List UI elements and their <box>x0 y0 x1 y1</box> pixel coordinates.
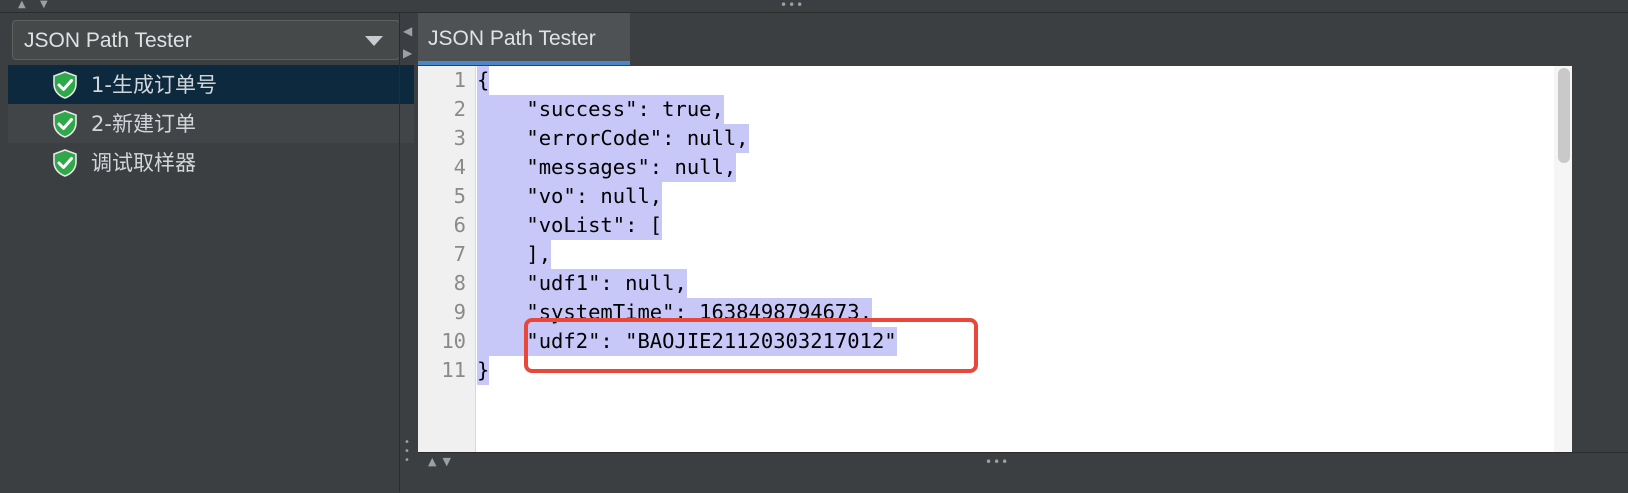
tree-item-1[interactable]: 1-生成订单号 <box>8 65 414 104</box>
bottom-split-bar: ▲▼ ••• <box>418 452 1628 493</box>
code-line[interactable]: { <box>477 66 490 95</box>
top-toolbar-strip: ▲ ▼ ••• <box>0 0 1628 13</box>
listener-select-dropdown[interactable]: JSON Path Tester <box>12 20 400 60</box>
line-number: 1 <box>453 68 466 92</box>
sampler-result-tree: 1-生成订单号 2-新建订单 调试取样器 <box>8 65 414 182</box>
code-line[interactable]: "errorCode": null, <box>477 124 749 153</box>
shield-check-icon <box>53 110 77 138</box>
editor-scrollbar-thumb[interactable] <box>1558 68 1570 163</box>
tree-item-label: 1-生成订单号 <box>91 73 217 97</box>
line-number: 10 <box>441 329 466 353</box>
line-number: 3 <box>453 126 466 150</box>
annotation-highlight-box <box>524 318 978 373</box>
tab-label: JSON Path Tester <box>428 27 596 50</box>
collapse-panel-arrows[interactable]: ◀ ▶ <box>403 20 412 64</box>
code-line[interactable]: "vo": null, <box>477 182 663 211</box>
code-line[interactable]: "voList": [ <box>477 211 663 240</box>
code-line[interactable]: "messages": null, <box>477 153 737 182</box>
line-number: 8 <box>453 271 466 295</box>
line-number: 9 <box>453 300 466 324</box>
line-number: 2 <box>453 97 466 121</box>
response-editor[interactable]: 1 { 2 "success": true, 3 "errorCode": nu… <box>418 66 1628 452</box>
vertical-split-handle-icon[interactable]: • • • <box>404 438 410 466</box>
tab-json-path-tester[interactable]: JSON Path Tester <box>418 13 630 65</box>
collapse-up-icon[interactable]: ▲ <box>18 0 26 10</box>
collapse-down-icon[interactable]: ▼ <box>40 0 48 10</box>
right-edge-panel <box>1572 66 1628 452</box>
split-handle-icon[interactable]: ••• <box>985 455 1009 469</box>
collapse-arrows-icon[interactable]: ▲▼ <box>428 455 457 468</box>
line-number: 11 <box>441 358 466 382</box>
line-number: 6 <box>453 213 466 237</box>
code-line[interactable]: ], <box>477 240 552 269</box>
line-number: 4 <box>453 155 466 179</box>
tree-item-label: 调试取样器 <box>91 151 196 175</box>
left-panel: JSON Path Tester 1-生成订单号 2-新建订单 调试取样器 <box>0 13 414 492</box>
tree-item-2[interactable]: 2-新建订单 <box>8 104 414 143</box>
shield-check-icon <box>53 71 77 99</box>
code-line[interactable]: "success": true, <box>477 95 724 124</box>
panel-divider[interactable] <box>399 13 400 492</box>
tree-item-3[interactable]: 调试取样器 <box>8 143 414 182</box>
tab-active-indicator <box>418 61 630 65</box>
shield-check-icon <box>53 149 77 177</box>
line-number: 5 <box>453 184 466 208</box>
chevron-left-icon[interactable]: ◀ <box>403 20 412 42</box>
tree-item-label: 2-新建订单 <box>91 112 196 136</box>
code-line[interactable]: } <box>477 356 490 385</box>
chevron-right-icon[interactable]: ▶ <box>403 42 412 64</box>
code-line[interactable]: "udf1": null, <box>477 269 687 298</box>
chevron-down-icon <box>365 36 383 46</box>
dropdown-value: JSON Path Tester <box>24 29 192 52</box>
split-handle-icon[interactable]: ••• <box>780 0 804 11</box>
tab-bar: JSON Path Tester <box>418 13 1628 65</box>
line-number: 7 <box>453 242 466 266</box>
